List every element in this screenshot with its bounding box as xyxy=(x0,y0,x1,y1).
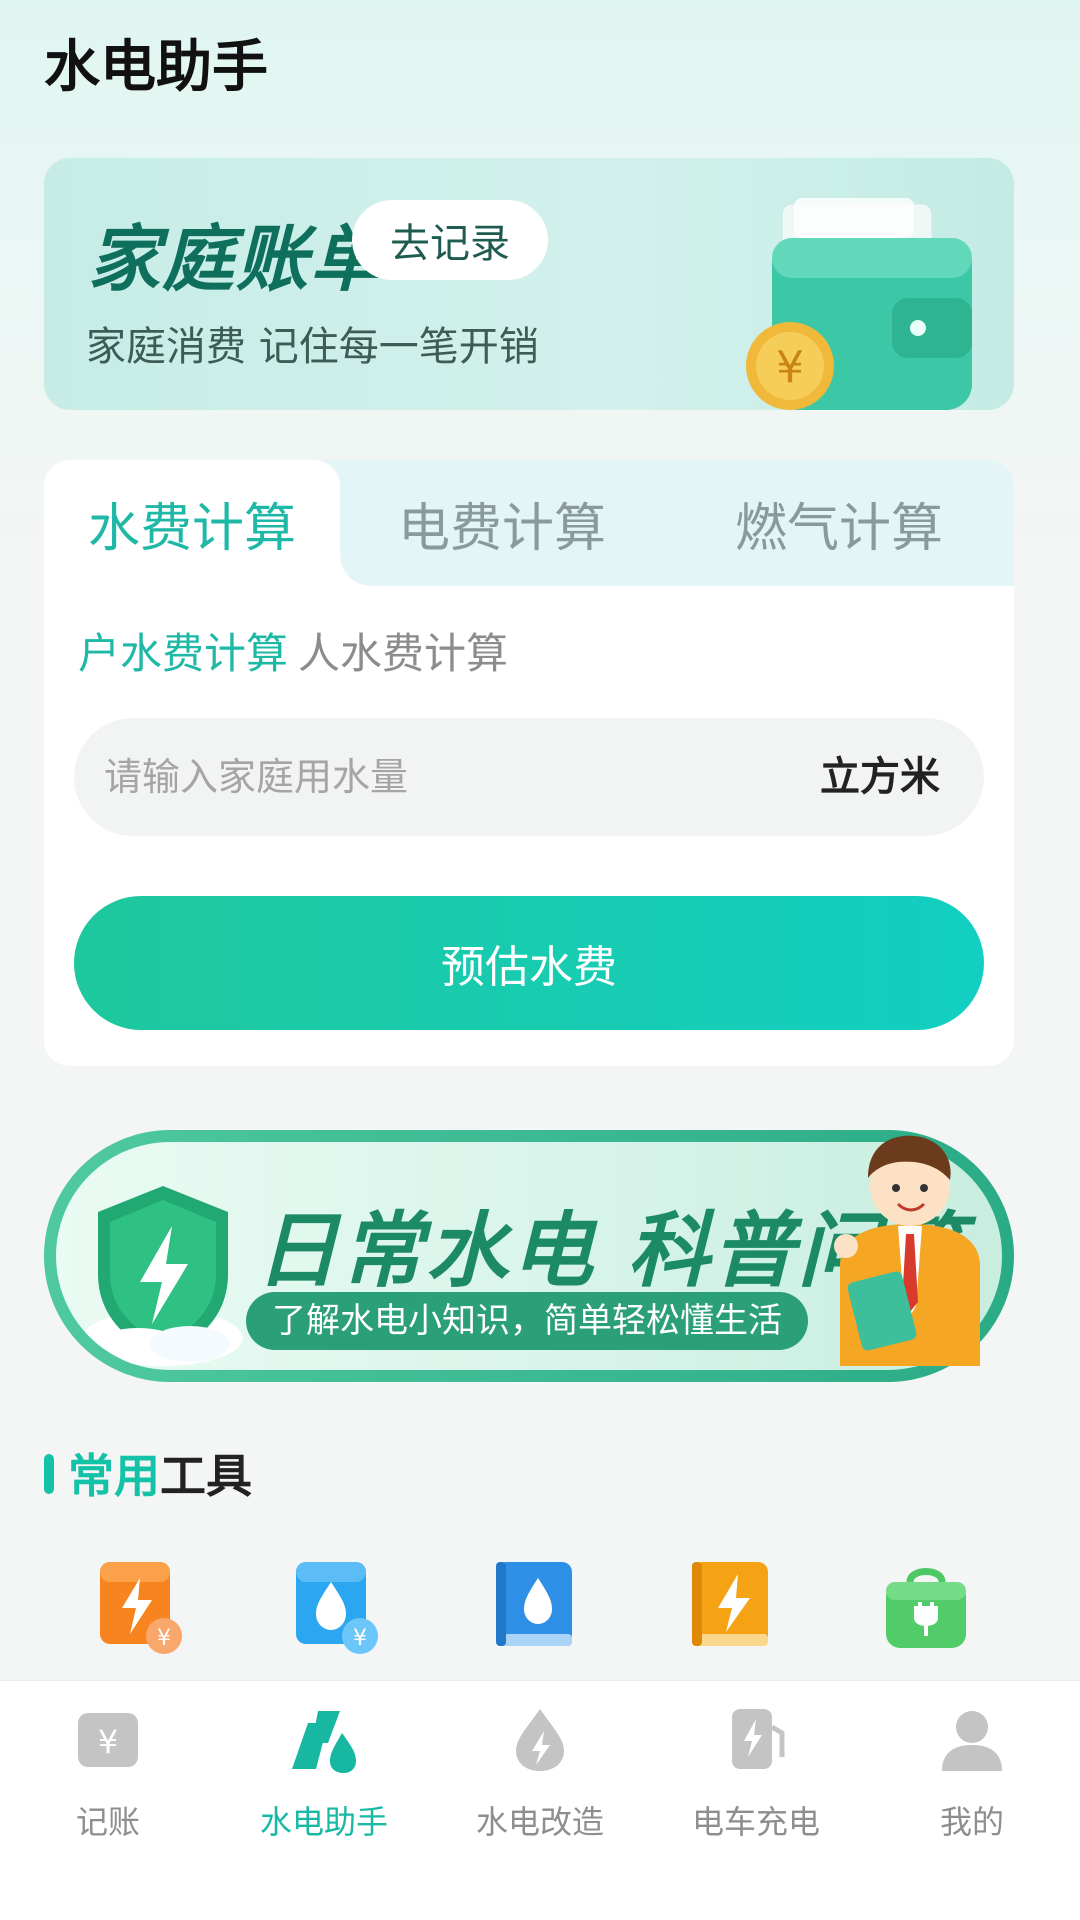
svg-text:¥: ¥ xyxy=(353,1626,367,1651)
wallet-coin-icon: ¥ xyxy=(746,198,972,410)
water-usage-input[interactable] xyxy=(104,718,744,836)
tools-title-rest: 工具 xyxy=(160,1449,252,1503)
nav-label: 电车充电 xyxy=(691,1803,820,1841)
water-bill-icon[interactable]: ¥ xyxy=(288,1556,388,1656)
tab-electricity-calc[interactable]: 电费计算 xyxy=(340,460,664,586)
nav-label: 记账 xyxy=(75,1803,140,1841)
calculator-tabs: 水费计算 电费计算 燃气计算 xyxy=(44,460,1014,586)
nav-item-profile[interactable]: 我的 xyxy=(864,1681,1080,1920)
ev-charging-icon xyxy=(732,1709,785,1769)
svg-text:¥: ¥ xyxy=(776,342,804,393)
nav-item-renovation[interactable]: 水电改造 xyxy=(432,1681,648,1920)
renovation-icon xyxy=(516,1709,564,1771)
electricity-bill-icon[interactable]: ¥ xyxy=(92,1556,192,1656)
page-title: 水电助手 xyxy=(44,35,268,100)
tools-title-highlight: 常用 xyxy=(68,1449,160,1503)
tab-water-calc[interactable]: 水费计算 xyxy=(44,460,370,586)
tab-gas-calc[interactable]: 燃气计算 xyxy=(664,460,1014,586)
nav-item-ev-charging[interactable]: 电车充电 xyxy=(648,1681,864,1920)
subtab-per-person-water[interactable]: 人水费计算 xyxy=(298,620,508,681)
profile-icon xyxy=(942,1711,1002,1771)
svg-text:¥: ¥ xyxy=(98,1723,118,1761)
tools-section-title: 常用工具 xyxy=(68,1440,252,1506)
nav-label-active: 水电助手 xyxy=(259,1803,388,1841)
banner-subtitle: 了解水电小知识，简单轻松懂生活 xyxy=(246,1292,808,1350)
nav-label: 我的 xyxy=(939,1803,1004,1841)
family-bill-card[interactable]: 家庭账单 去记录 家庭消费 记住每一笔开销 ¥ xyxy=(44,158,1014,410)
bill-card-title: 家庭账单 xyxy=(88,217,385,301)
bottom-navigation: ¥ 记账 水电助手 水电改造 电车充电 我的 xyxy=(0,1680,1080,1920)
nav-item-assistant[interactable]: 水电助手 xyxy=(216,1681,432,1920)
estimate-water-fee-button[interactable]: 预估水费 xyxy=(74,896,984,1030)
bill-card-subtitle: 家庭消费 记住每一笔开销 xyxy=(86,324,539,370)
electricity-book-icon[interactable] xyxy=(680,1556,780,1656)
assistant-icon xyxy=(292,1711,356,1773)
nav-label: 水电改造 xyxy=(475,1803,604,1841)
subtab-household-water[interactable]: 户水费计算 xyxy=(78,620,288,681)
science-qa-banner[interactable]: 日常水电 科普问答 了解水电小知识，简单轻松懂生活 xyxy=(44,1130,1014,1382)
lightning-shield-icon xyxy=(83,1186,243,1366)
charger-bag-icon[interactable] xyxy=(876,1556,976,1656)
bill-icon: ¥ xyxy=(78,1713,138,1767)
nav-item-bill[interactable]: ¥ 记账 xyxy=(0,1681,216,1920)
go-record-button[interactable]: 去记录 xyxy=(352,200,548,280)
presenter-avatar-icon xyxy=(834,1135,980,1366)
section-marker xyxy=(44,1454,54,1494)
svg-text:¥: ¥ xyxy=(157,1626,171,1651)
calculator-card: 水费计算 电费计算 燃气计算 户水费计算 人水费计算 立方米 预估水费 xyxy=(44,460,1014,1066)
water-usage-field[interactable]: 立方米 xyxy=(74,718,984,836)
unit-label: 立方米 xyxy=(820,754,940,800)
water-book-icon[interactable] xyxy=(484,1556,584,1656)
